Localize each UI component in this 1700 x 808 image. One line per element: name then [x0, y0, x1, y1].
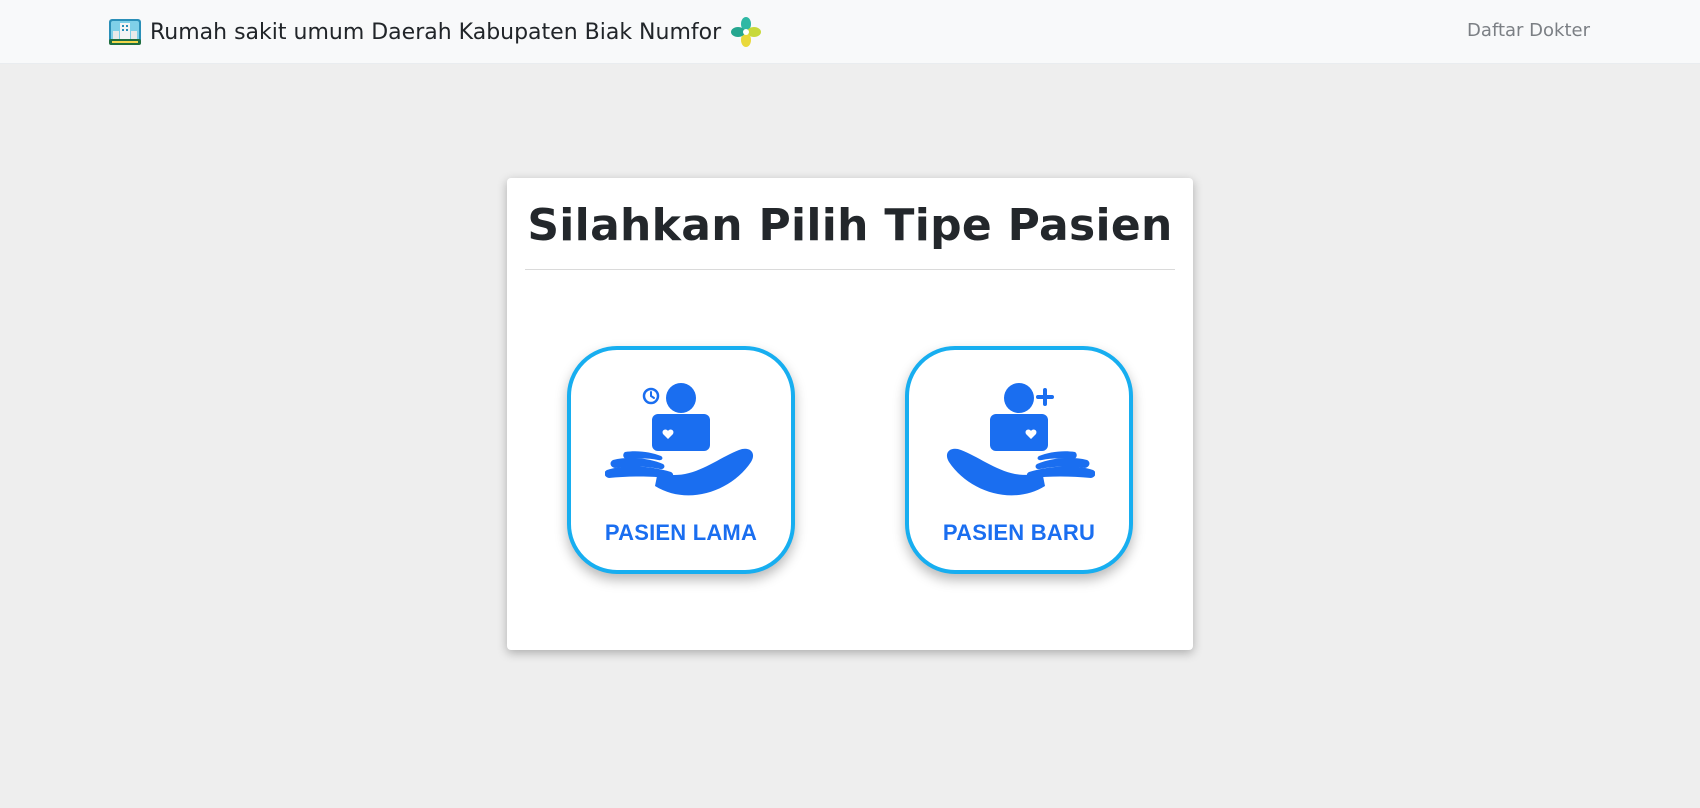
top-navbar: Rumah sakit umum Daerah Kabupaten Biak N… — [0, 0, 1700, 64]
page-title: Silahkan Pilih Tipe Pasien — [527, 200, 1173, 251]
pasien-baru-button[interactable]: PASIEN BARU — [905, 346, 1133, 574]
brand-title: Rumah sakit umum Daerah Kabupaten Biak N… — [150, 19, 722, 45]
pasien-lama-label: PASIEN LAMA — [604, 520, 758, 545]
health-ministry-flower-logo-icon — [729, 15, 763, 49]
new-patient-plus-icon — [946, 383, 1095, 496]
pasien-baru-label: PASIEN BARU — [942, 520, 1096, 545]
title-divider — [525, 269, 1175, 270]
pasien-lama-button[interactable]: PASIEN LAMA — [567, 346, 795, 574]
brand-home-link[interactable]: Rumah sakit umum Daerah Kabupaten Biak N… — [108, 14, 763, 50]
daftar-dokter-link[interactable]: Daftar Dokter — [1467, 20, 1590, 41]
returning-patient-clock-icon — [605, 383, 754, 496]
hospital-building-logo-icon — [108, 17, 142, 47]
patient-type-card: Silahkan Pilih Tipe Pasien PASIEN LAMA P… — [507, 178, 1193, 650]
